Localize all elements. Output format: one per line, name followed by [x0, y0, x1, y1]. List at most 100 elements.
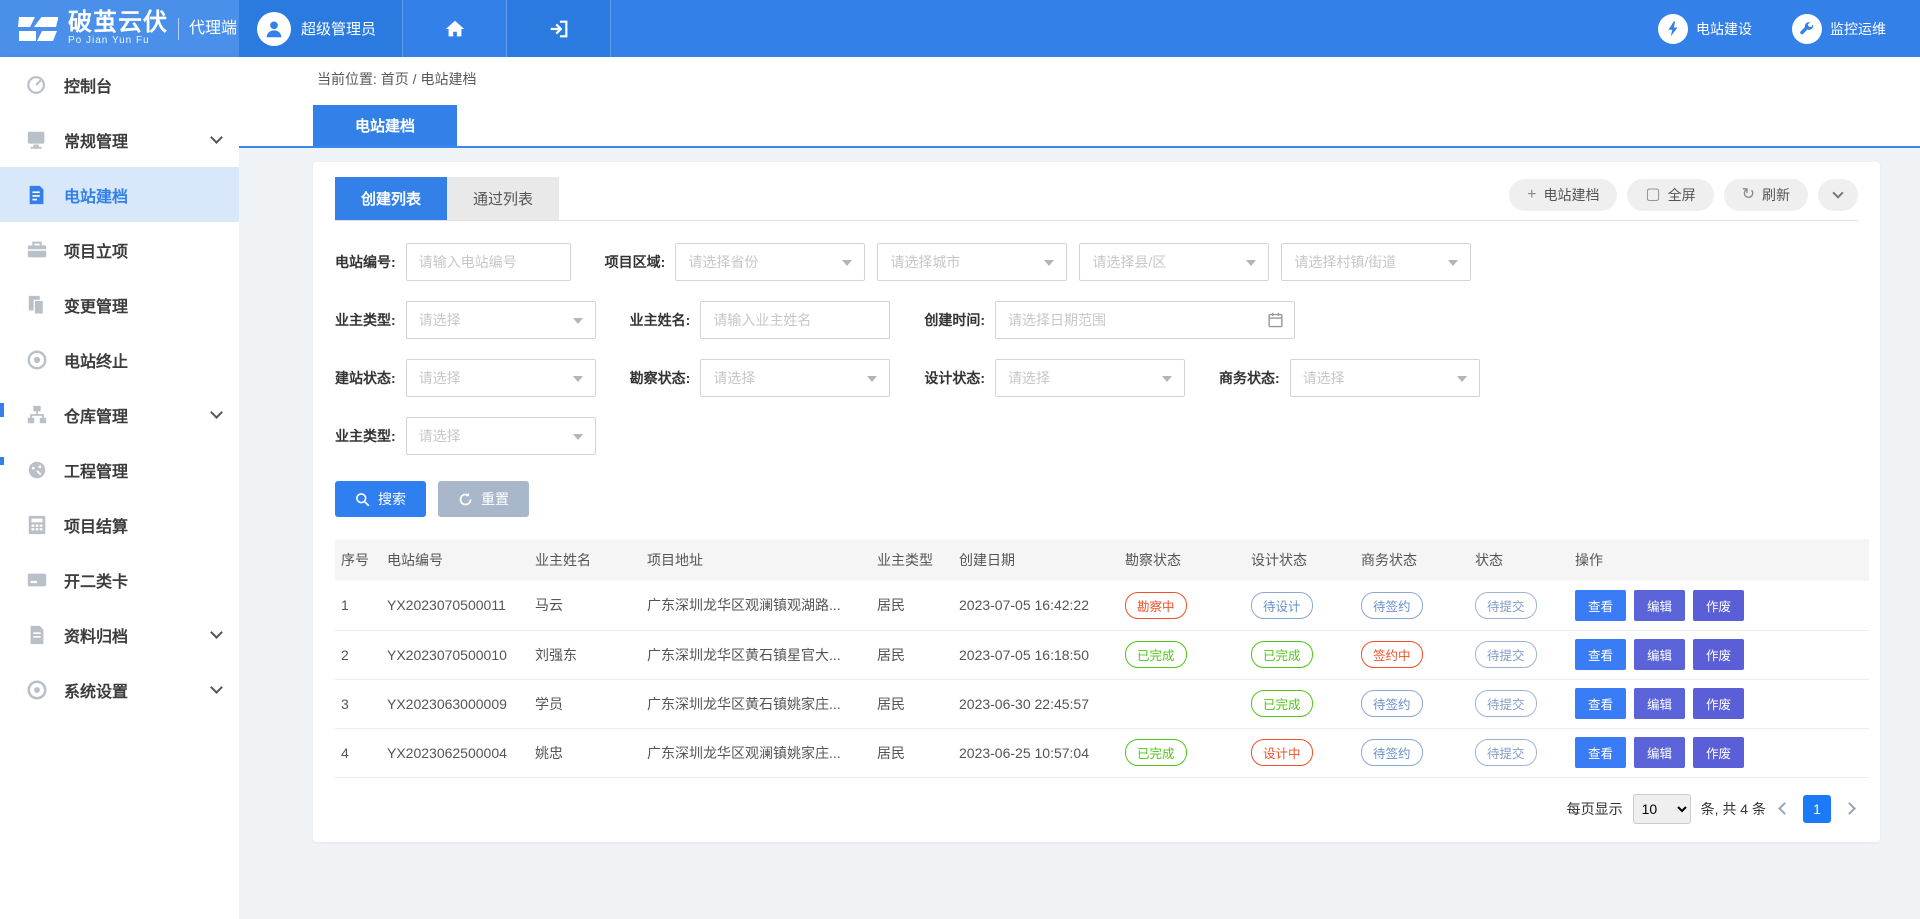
table-row: 3 YX2023063000009 学员 广东深圳龙华区黄石镇姚家庄... 居民… [335, 679, 1869, 728]
sidebar-item-系统设置[interactable]: 系统设置 [0, 662, 239, 717]
archive-icon [26, 624, 48, 646]
search-button[interactable]: 搜索 [335, 481, 426, 517]
prev-page-icon[interactable] [1778, 802, 1791, 815]
text-input[interactable] [701, 302, 889, 338]
view-button[interactable]: 查看 [1575, 639, 1626, 670]
content-card: 创建列表通过列表 + 电站建档 ▢ 全屏 ↻ 刷新 电站编号: 项目区域:请选择… [313, 162, 1880, 842]
brand-side-label: 代理端 [178, 18, 237, 40]
sidebar-item-开二类卡[interactable]: 开二类卡 [0, 552, 239, 607]
form-actions: 搜索 重置 [335, 481, 1858, 517]
breadcrumb: 当前位置: 首页 / 电站建档 [313, 57, 1920, 103]
column-header: 勘察状态 [1119, 539, 1245, 581]
tab-通过列表[interactable]: 通过列表 [447, 177, 559, 220]
sidebar-item-label: 电站终止 [64, 348, 221, 372]
form-label: 业主类型: [335, 310, 396, 330]
sidebar-item-变更管理[interactable]: 变更管理 [0, 277, 239, 332]
per-page-select[interactable]: 10 [1633, 794, 1691, 824]
page-tab[interactable]: 电站建档 [313, 105, 457, 146]
date-range-field[interactable]: 请选择日期范围 [995, 301, 1295, 339]
text-input[interactable] [407, 244, 570, 280]
sidebar-item-label: 常规管理 [64, 128, 212, 152]
page-number[interactable]: 1 [1803, 795, 1831, 823]
home-button[interactable] [403, 0, 507, 57]
edit-button[interactable]: 编辑 [1634, 688, 1685, 719]
form-label: 电站编号: [335, 252, 396, 272]
column-header: 操作 [1569, 539, 1869, 581]
column-header: 项目地址 [641, 539, 871, 581]
sidebar-item-项目结算[interactable]: 项目结算 [0, 497, 239, 552]
void-button[interactable]: 作废 [1693, 737, 1744, 768]
owner-name: 刘强东 [529, 630, 641, 679]
sidebar-item-控制台[interactable]: 控制台 [0, 57, 239, 112]
column-header: 设计状态 [1245, 539, 1355, 581]
header-link-label: 监控运维 [1830, 19, 1886, 39]
sidebar-item-label: 控制台 [64, 73, 221, 97]
breadcrumb-current: 电站建档 [420, 71, 476, 87]
main-content: 当前位置: 首页 / 电站建档 电站建档 创建列表通过列表 + 电站建档 ▢ 全… [239, 57, 1920, 919]
card-icon [26, 569, 48, 591]
toolbar-button-电站建档[interactable]: + 电站建档 [1509, 179, 1617, 211]
edit-button[interactable]: 编辑 [1634, 590, 1685, 621]
tab-创建列表[interactable]: 创建列表 [335, 177, 447, 220]
user-menu[interactable]: 超级管理员 [239, 0, 403, 57]
sidebar-item-仓库管理[interactable]: 仓库管理 [0, 387, 239, 442]
pagination: 每页显示 10 条, 共 4 条 1 [335, 794, 1858, 824]
status-badge: 设计中 [1251, 739, 1313, 766]
collapse-button[interactable] [1818, 179, 1858, 211]
edit-button[interactable]: 编辑 [1634, 639, 1685, 670]
logout-button[interactable] [507, 0, 611, 57]
sidebar-item-项目立项[interactable]: 项目立项 [0, 222, 239, 277]
void-button[interactable]: 作废 [1693, 590, 1744, 621]
bolt-icon [1664, 20, 1682, 38]
view-button[interactable]: 查看 [1575, 688, 1626, 719]
void-button[interactable]: 作废 [1693, 639, 1744, 670]
form-input [700, 301, 890, 339]
dashboard-icon [26, 74, 48, 96]
stations-table: 序号电站编号业主姓名项目地址业主类型创建日期勘察状态设计状态商务状态状态操作 1… [335, 539, 1869, 778]
select-field[interactable]: 请选择县/区 [1079, 243, 1269, 281]
row-actions: 查看编辑作废 [1569, 630, 1869, 679]
created-date: 2023-07-05 16:42:22 [953, 581, 1119, 630]
select-field[interactable]: 请选择 [1290, 359, 1480, 397]
select-field[interactable]: 请选择省份 [675, 243, 865, 281]
select-field[interactable]: 请选择 [406, 417, 596, 455]
status-badge: 待提交 [1475, 641, 1537, 668]
view-button[interactable]: 查看 [1575, 737, 1626, 768]
status-badge: 已完成 [1125, 739, 1187, 766]
toolbar-button-全屏[interactable]: ▢ 全屏 [1627, 179, 1713, 211]
sidebar-item-电站终止[interactable]: 电站终止 [0, 332, 239, 387]
reset-button[interactable]: 重置 [438, 481, 529, 517]
column-header: 业主姓名 [529, 539, 641, 581]
briefcase-icon [26, 239, 48, 261]
select-field[interactable]: 请选择 [406, 359, 596, 397]
select-field[interactable]: 请选择城市 [877, 243, 1067, 281]
select-field[interactable]: 请选择 [406, 301, 596, 339]
table-row: 1 YX2023070500011 马云 广东深圳龙华区观澜镇观湖路... 居民… [335, 581, 1869, 630]
sidebar-item-常规管理[interactable]: 常规管理 [0, 112, 239, 167]
next-page-icon[interactable] [1843, 802, 1856, 815]
toolbar-button-刷新[interactable]: ↻ 刷新 [1724, 179, 1808, 211]
header-link-电站建设[interactable]: 电站建设 [1658, 14, 1752, 44]
calendar-icon [1267, 311, 1284, 328]
header-link-监控运维[interactable]: 监控运维 [1792, 14, 1886, 44]
status-badge: 待签约 [1361, 690, 1423, 717]
header-link-label: 电站建设 [1696, 19, 1752, 39]
view-button[interactable]: 查看 [1575, 590, 1626, 621]
void-button[interactable]: 作废 [1693, 688, 1744, 719]
table-row: 2 YX2023070500010 刘强东 广东深圳龙华区黄石镇星官大... 居… [335, 630, 1869, 679]
tree-icon [26, 404, 48, 426]
edit-button[interactable]: 编辑 [1634, 737, 1685, 768]
breadcrumb-home-link[interactable]: 首页 [381, 71, 409, 87]
select-field[interactable]: 请选择 [995, 359, 1185, 397]
app-header: 破茧云伏 Po Jian Yun Fu 代理端 超级管理员 电站建设 监控运维 [0, 0, 1920, 57]
select-field[interactable]: 请选择 [700, 359, 890, 397]
table-row: 4 YX2023062500004 姚忠 广东深圳龙华区观澜镇姚家庄... 居民… [335, 728, 1869, 777]
sidebar-item-电站建档[interactable]: 电站建档 [0, 167, 239, 222]
sidebar-item-资料归档[interactable]: 资料归档 [0, 607, 239, 662]
select-field[interactable]: 请选择村镇/街道 [1281, 243, 1471, 281]
sidebar-item-工程管理[interactable]: 工程管理 [0, 442, 239, 497]
header-quick-links: 电站建设 监控运维 [1658, 0, 1920, 57]
top-strip: 当前位置: 首页 / 电站建档 电站建档 [239, 57, 1920, 148]
copy-icon [26, 294, 48, 316]
gauge-icon [26, 459, 48, 481]
